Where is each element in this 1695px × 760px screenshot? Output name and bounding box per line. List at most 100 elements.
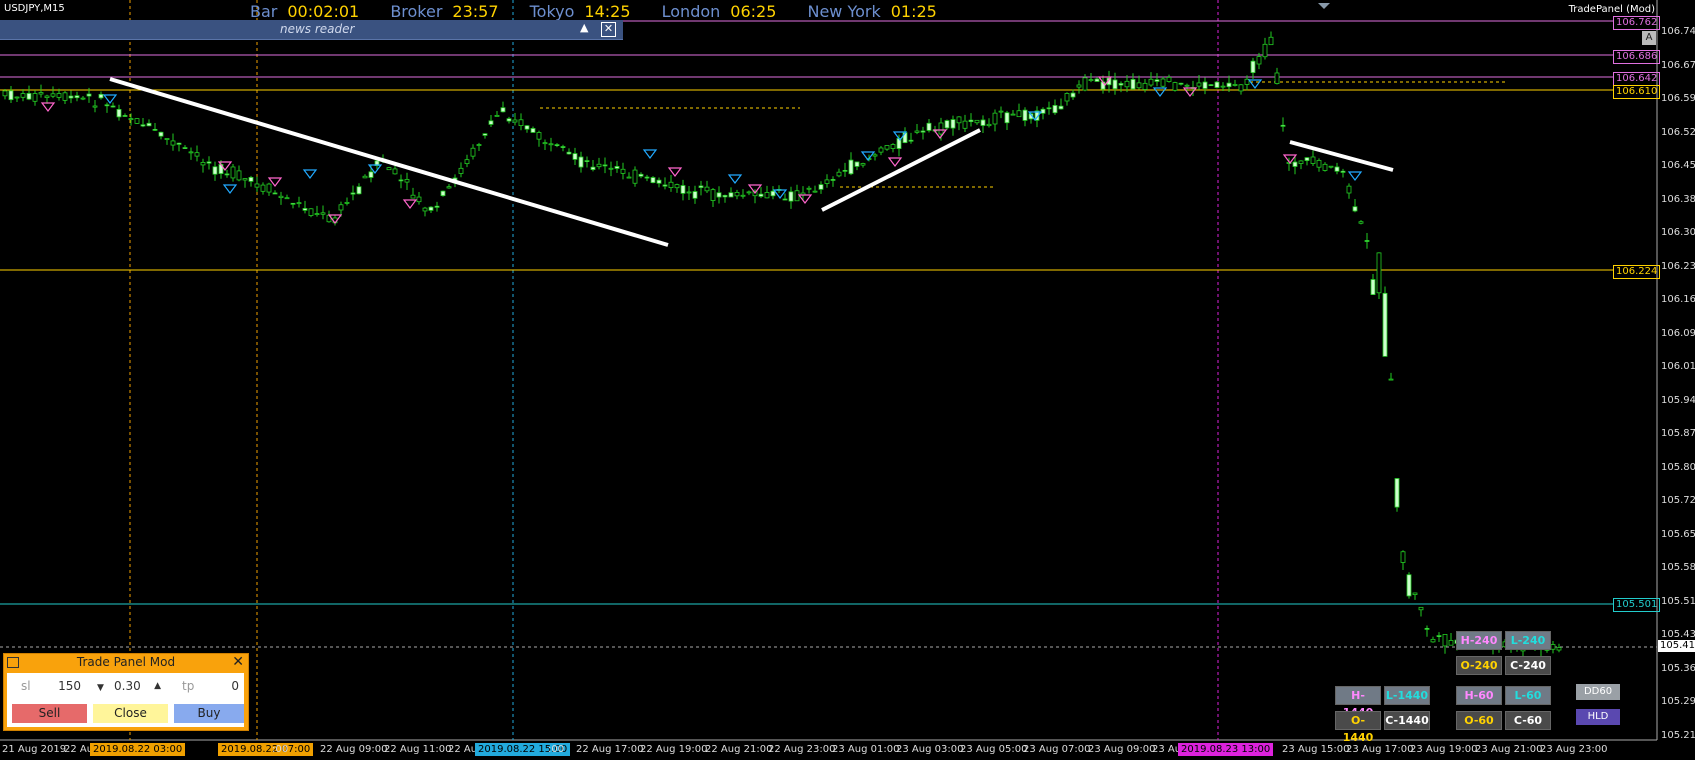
candle-body [80, 97, 86, 100]
dd60-button[interactable]: DD60 [1576, 684, 1620, 700]
candle-body [200, 162, 206, 166]
candle-body [626, 176, 632, 179]
fractal-arrow-icon [642, 149, 658, 159]
candle-body [1316, 160, 1322, 168]
x-axis-tick: 22 Aug 09:00 [320, 744, 388, 755]
candle-body [1430, 638, 1436, 643]
candle-body [14, 96, 20, 99]
candle-body [638, 173, 644, 177]
candle-body [710, 189, 716, 201]
news-reader-bar[interactable]: news reader ▲ ✕ [0, 20, 623, 40]
trade-panel-body: sl 150 ▼ 0.30 ▲ tp 0 Sell Close Buy [7, 673, 244, 727]
candle-body [44, 95, 50, 98]
candle-body [392, 168, 398, 175]
candle-body [230, 166, 236, 179]
candle-body [602, 164, 608, 167]
sl-value: 150 [58, 679, 81, 693]
y-axis-tick: 106.670 [1661, 59, 1695, 71]
buy-button[interactable]: Buy [174, 704, 244, 723]
candle-body [1130, 79, 1136, 90]
close-icon[interactable]: ✕ [232, 654, 244, 670]
candle-body [998, 110, 1004, 113]
candle-body [182, 147, 188, 149]
lot-up-icon[interactable]: ▲ [154, 677, 161, 695]
candle-body [86, 93, 92, 97]
close-position-button[interactable]: Close [93, 704, 168, 723]
candle-body [1040, 108, 1046, 114]
sl-field[interactable]: sl 150 [21, 677, 81, 695]
candle-body [1196, 82, 1202, 87]
candle-body [926, 122, 932, 131]
auto-trading-button[interactable]: A [1642, 31, 1656, 45]
x-axis-tick: 22 Au [64, 744, 94, 755]
candle-body [278, 195, 284, 199]
candle-body [1094, 78, 1100, 82]
tf-button-h240[interactable]: H-240 [1456, 631, 1502, 650]
candle-body [1046, 107, 1052, 110]
candle-body [1172, 82, 1178, 91]
hld-button[interactable]: HLD [1576, 709, 1620, 725]
candle-body [1208, 84, 1214, 87]
tf-button-o60[interactable]: O-60 [1456, 711, 1502, 730]
candle-body [470, 147, 476, 157]
candle-body [464, 159, 470, 165]
candle-body [1358, 221, 1364, 224]
candle-body [590, 166, 596, 170]
candle-body [1292, 161, 1298, 167]
tf-button-l240[interactable]: L-240 [1505, 631, 1551, 650]
candle-body [116, 109, 122, 118]
candle-body [236, 170, 242, 181]
candle-body [596, 163, 602, 168]
candle-body [794, 190, 800, 202]
sell-button[interactable]: Sell [12, 704, 87, 723]
candle-body [284, 197, 290, 200]
candle-body [1184, 84, 1190, 87]
price-label: 106.686 [1613, 50, 1661, 64]
candle-body [548, 143, 554, 146]
candle-body [608, 167, 614, 170]
tf-button-o240[interactable]: O-240 [1456, 656, 1502, 675]
candle-body [1418, 606, 1424, 611]
price-chart[interactable] [0, 0, 1695, 760]
price-label: 106.642 [1613, 72, 1661, 86]
y-axis-tick: 105.945 [1661, 394, 1695, 406]
tf-button-c240[interactable]: C-240 [1505, 656, 1551, 675]
price-label: 105.501 [1613, 598, 1661, 612]
fractal-arrow-icon [797, 194, 813, 204]
candle-body [1412, 592, 1418, 595]
x-axis-tick: 22 Aug 19:00 [640, 744, 708, 755]
tf-button-o1440[interactable]: O-1440 [1335, 711, 1381, 744]
candle-body [584, 160, 590, 162]
candle-body [554, 144, 560, 147]
candle-body [872, 154, 878, 157]
tf-button-c60[interactable]: C-60 [1505, 711, 1551, 730]
tf-button-h1440[interactable]: H-1440 [1335, 686, 1381, 719]
candle-body [1304, 157, 1310, 161]
collapse-icon[interactable]: ▲ [580, 21, 588, 34]
x-axis-tick: 2019.08.22 07:00 [218, 743, 314, 756]
candle-body [620, 168, 626, 174]
candle-body [878, 147, 884, 153]
price-label: 106.610 [1613, 85, 1661, 99]
y-axis-tick: 106.090 [1661, 327, 1695, 339]
tf-button-c1440[interactable]: C-1440 [1384, 711, 1430, 730]
y-axis-tick: 106.160 [1661, 294, 1695, 305]
candle-body [1214, 81, 1220, 88]
tf-button-l1440[interactable]: L-1440 [1384, 686, 1430, 705]
tp-field[interactable]: tp 0 [182, 677, 239, 695]
candle-body [62, 92, 68, 101]
lot-value: 0.30 [114, 679, 141, 693]
lot-down-icon[interactable]: ▼ [97, 683, 104, 693]
x-axis-tick: 2019.08.22 03:00 [90, 743, 186, 756]
candle-body [152, 128, 158, 131]
candle-body [122, 115, 128, 117]
candle-body [1268, 36, 1274, 46]
tf-button-h60[interactable]: H-60 [1456, 686, 1502, 705]
tf-button-l60[interactable]: L-60 [1505, 686, 1551, 705]
close-icon[interactable]: ✕ [601, 22, 616, 37]
candle-body [350, 192, 356, 195]
y-axis-tick: 105.580 [1661, 562, 1695, 573]
current-price-label: 105.415 [1658, 640, 1695, 652]
fractal-arrow-icon [772, 189, 788, 199]
lot-stepper[interactable]: ▼ 0.30 ▲ [97, 677, 161, 695]
